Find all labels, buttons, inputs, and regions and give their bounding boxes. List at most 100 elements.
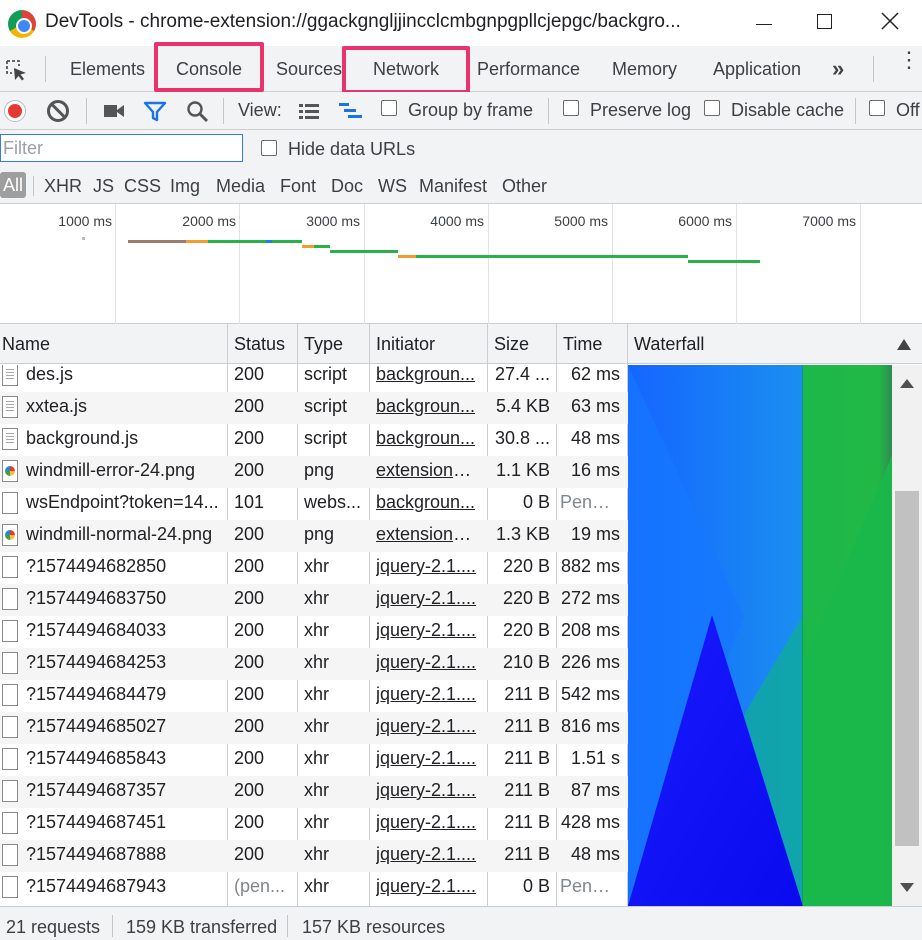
record-button[interactable] [4, 100, 26, 122]
request-initiator[interactable]: jquery-2.1.... [376, 618, 480, 642]
table-row[interactable]: background.js 200 script backgroun... 30.8 .… [0, 424, 628, 456]
request-name[interactable]: ?1574494684479 [26, 682, 226, 706]
tab-elements[interactable]: Elements [70, 59, 145, 80]
tab-performance[interactable]: Performance [477, 59, 580, 80]
clear-icon[interactable] [47, 100, 69, 122]
table-row[interactable]: ?1574494684033 200 xhr jquery-2.1.... 220 B 2… [0, 616, 628, 648]
table-row[interactable]: windmill-normal-24.png 200 png extensions:.… [0, 520, 628, 552]
maximize-button[interactable] [804, 6, 844, 36]
column-header-size[interactable]: Size [494, 334, 529, 355]
request-initiator[interactable]: jquery-2.1.... [376, 842, 480, 866]
request-initiator[interactable]: backgroun... [376, 394, 480, 418]
offline-checkbox[interactable] [869, 100, 885, 116]
request-initiator[interactable]: backgroun... [376, 426, 480, 450]
table-row[interactable]: des.js 200 script backgroun... 27.4 ... 62 ms [0, 365, 628, 392]
request-initiator[interactable]: backgroun... [376, 365, 480, 386]
inspect-element-icon[interactable] [4, 58, 28, 82]
request-name[interactable]: ?1574494687451 [26, 810, 226, 834]
column-header-waterfall[interactable]: Waterfall [634, 334, 704, 355]
request-initiator[interactable]: jquery-2.1.... [376, 714, 480, 738]
request-name[interactable]: des.js [26, 365, 226, 386]
request-name[interactable]: ?1574494685027 [26, 714, 226, 738]
column-header-time[interactable]: Time [563, 334, 602, 355]
table-row[interactable]: ?1574494684253 200 xhr jquery-2.1.... 210 B 2… [0, 648, 628, 680]
kebab-menu-icon[interactable]: ⋮ [898, 49, 920, 71]
table-row[interactable]: ?1574494685027 200 xhr jquery-2.1.... 211 B 8… [0, 712, 628, 744]
type-filter-xhr[interactable]: XHR [44, 176, 82, 197]
preserve-log-checkbox[interactable] [563, 100, 579, 116]
table-row[interactable]: xxtea.js 200 script backgroun... 5.4 KB 63 ms [0, 392, 628, 424]
column-header-initiator[interactable]: Initiator [376, 334, 435, 355]
minimize-button[interactable] [744, 6, 784, 36]
disable-cache-checkbox[interactable] [704, 100, 720, 116]
table-row[interactable]: ?1574494683750 200 xhr jquery-2.1.... 220 B 2… [0, 584, 628, 616]
type-filter-ws[interactable]: WS [378, 176, 407, 197]
request-name[interactable]: ?1574494685843 [26, 746, 226, 770]
vertical-scrollbar[interactable] [892, 365, 922, 906]
request-name[interactable]: ?1574494687943 [26, 874, 226, 898]
request-initiator[interactable]: jquery-2.1.... [376, 586, 480, 610]
filter-icon[interactable] [143, 100, 167, 122]
type-filter-font[interactable]: Font [280, 176, 316, 197]
type-filter-doc[interactable]: Doc [331, 176, 363, 197]
request-initiator[interactable]: jquery-2.1.... [376, 554, 480, 578]
sort-ascending-icon[interactable] [897, 339, 911, 350]
column-header-name[interactable]: Name [2, 334, 50, 355]
column-header-status[interactable]: Status [234, 334, 285, 355]
filter-input[interactable] [0, 134, 243, 162]
request-initiator[interactable]: backgroun... [376, 490, 480, 514]
waterfall-graph[interactable] [628, 365, 892, 906]
hide-data-urls-checkbox[interactable] [261, 140, 277, 156]
request-initiator[interactable]: jquery-2.1.... [376, 810, 480, 834]
type-filter-css[interactable]: CSS [124, 176, 161, 197]
large-rows-icon[interactable] [298, 102, 320, 120]
scroll-up-icon[interactable] [900, 379, 914, 388]
type-filter-js[interactable]: JS [93, 176, 114, 197]
table-row[interactable]: ?1574494682850 200 xhr jquery-2.1.... 220 B 8… [0, 552, 628, 584]
request-name[interactable]: background.js [26, 426, 226, 450]
table-row[interactable]: ?1574494684479 200 xhr jquery-2.1.... 211 B 5… [0, 680, 628, 712]
video-camera-icon[interactable] [103, 102, 125, 120]
table-row[interactable]: ?1574494687451 200 xhr jquery-2.1.... 211 B 4… [0, 808, 628, 840]
request-initiator[interactable]: jquery-2.1.... [376, 746, 480, 770]
more-tabs-icon[interactable]: » [832, 56, 844, 82]
request-name[interactable]: ?1574494684253 [26, 650, 226, 674]
group-by-frame-checkbox[interactable] [381, 100, 397, 116]
request-initiator[interactable]: jquery-2.1.... [376, 874, 480, 898]
scrollbar-thumb[interactable] [895, 491, 919, 846]
type-filter-all[interactable]: All [0, 172, 27, 198]
request-name[interactable]: ?1574494682850 [26, 554, 226, 578]
request-name[interactable]: ?1574494687888 [26, 842, 226, 866]
table-row[interactable]: ?1574494687888 200 xhr jquery-2.1.... 211 B 4… [0, 840, 628, 872]
request-name[interactable]: ?1574494684033 [26, 618, 226, 642]
table-row[interactable]: ?1574494687357 200 xhr jquery-2.1.... 211 B 8… [0, 776, 628, 808]
type-filter-manifest[interactable]: Manifest [419, 176, 487, 197]
type-filter-media[interactable]: Media [216, 176, 265, 197]
request-initiator[interactable]: jquery-2.1.... [376, 778, 480, 802]
search-icon[interactable] [186, 100, 210, 124]
network-overview[interactable]: 1000 ms 2000 ms 3000 ms 4000 ms 5000 ms … [0, 204, 922, 324]
column-header-type[interactable]: Type [304, 334, 343, 355]
tab-application[interactable]: Application [713, 59, 801, 80]
request-initiator[interactable]: jquery-2.1.... [376, 682, 480, 706]
close-button[interactable] [870, 6, 910, 36]
request-initiator[interactable]: extensions:... [376, 522, 480, 546]
request-name[interactable]: windmill-normal-24.png [26, 522, 226, 546]
request-name[interactable]: ?1574494687357 [26, 778, 226, 802]
request-name[interactable]: wsEndpoint?token=14... [26, 490, 226, 514]
type-filter-other[interactable]: Other [502, 176, 547, 197]
request-initiator[interactable]: jquery-2.1.... [376, 650, 480, 674]
table-row[interactable]: ?1574494687943 (pen... xhr jquery-2.1.... 0 … [0, 872, 628, 904]
type-filter-img[interactable]: Img [170, 176, 200, 197]
table-row[interactable]: ?1574494685843 200 xhr jquery-2.1.... 211 B 1… [0, 744, 628, 776]
request-name[interactable]: ?1574494683750 [26, 586, 226, 610]
table-row[interactable]: windmill-error-24.png 200 png extensions:..… [0, 456, 628, 488]
tab-memory[interactable]: Memory [612, 59, 677, 80]
request-name[interactable]: xxtea.js [26, 394, 226, 418]
scroll-down-icon[interactable] [900, 883, 914, 892]
request-name[interactable]: windmill-error-24.png [26, 458, 226, 482]
overview-waterfall-icon[interactable] [338, 101, 364, 121]
tab-sources[interactable]: Sources [276, 59, 342, 80]
request-initiator[interactable]: extensions:... [376, 458, 480, 482]
table-row[interactable]: wsEndpoint?token=14... 101 webs... backgrou… [0, 488, 628, 520]
